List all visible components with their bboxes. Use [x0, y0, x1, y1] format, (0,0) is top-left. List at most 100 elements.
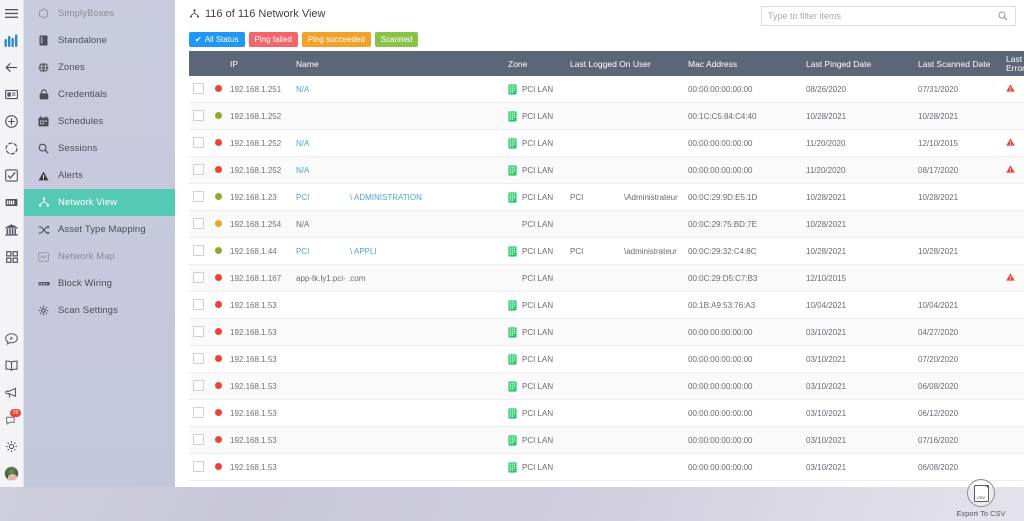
- sidebar-item-simplyboxes[interactable]: SimplyBoxes: [23, 0, 175, 27]
- filter-ping-succeeded[interactable]: Ping succeeded: [301, 32, 371, 47]
- col-mac-address[interactable]: Mac Address: [684, 51, 802, 76]
- row-checkbox[interactable]: [193, 109, 204, 121]
- cell-name[interactable]: PCI \ APPLI: [292, 237, 504, 265]
- cell-name[interactable]: N/A: [292, 129, 504, 157]
- cell-name[interactable]: PCI \ ADMINISTRATION: [292, 183, 504, 211]
- row-checkbox-cell[interactable]: [189, 345, 211, 373]
- notifications-icon[interactable]: 29: [0, 406, 23, 433]
- table-row[interactable]: 192.168.1.167 app-tk.ly1.pci- .com PCI LAN…: [189, 264, 1024, 292]
- table-row[interactable]: 192.168.1.251 N/A PCI LAN 00:00:00:00:00:00…: [189, 76, 1024, 103]
- table-row[interactable]: 192.168.1.53 PCI LAN 00:00:00:00:00:00 03/1…: [189, 318, 1024, 346]
- table-row[interactable]: 192.168.1.53 PCI LAN 00:00:00:00:00:00 03/1…: [189, 372, 1024, 400]
- col-select-all[interactable]: [189, 51, 211, 76]
- row-checkbox[interactable]: [193, 379, 204, 391]
- row-checkbox-cell[interactable]: [189, 399, 211, 427]
- cell-name[interactable]: [292, 372, 504, 400]
- row-checkbox-cell[interactable]: [189, 453, 211, 481]
- cell-name[interactable]: [292, 399, 504, 427]
- sidebar-item-credentials[interactable]: Credentials: [23, 81, 175, 108]
- row-checkbox-cell[interactable]: [189, 102, 211, 130]
- export-to-csv-button[interactable]: CSV Export To CSV: [950, 479, 1012, 518]
- cell-name[interactable]: N/A: [292, 76, 504, 103]
- row-checkbox-cell[interactable]: [189, 291, 211, 319]
- col-zone[interactable]: Zone: [504, 51, 566, 76]
- table-row[interactable]: 192.168.1.252 N/A PCI LAN 00:00:00:00:00:00…: [189, 129, 1024, 157]
- row-checkbox[interactable]: [193, 136, 204, 148]
- row-checkbox[interactable]: [193, 460, 204, 472]
- avatar[interactable]: [0, 460, 23, 487]
- filter-scanned[interactable]: Scanned: [374, 32, 419, 47]
- row-checkbox-cell[interactable]: [189, 183, 211, 211]
- table-row[interactable]: 192.168.1.254 N/A PCI LAN 00:0C:29:75:BD:7E…: [189, 210, 1024, 238]
- row-checkbox-cell[interactable]: [189, 210, 211, 238]
- table-row[interactable]: 192.168.1.53 PCI LAN 00:00:00:00:00:00 03/1…: [189, 345, 1024, 373]
- row-checkbox[interactable]: [193, 190, 204, 202]
- col-last-scanned-date[interactable]: Last Scanned Date: [914, 51, 1002, 76]
- search-icon[interactable]: [998, 11, 1015, 21]
- cell-name[interactable]: N/A: [292, 156, 504, 184]
- sidebar-item-network-map[interactable]: Network Map: [23, 243, 175, 270]
- table-row[interactable]: 192.168.1.252 N/A PCI LAN 00:00:00:00:00:00…: [189, 156, 1024, 184]
- cell-name[interactable]: [292, 318, 504, 346]
- table-row[interactable]: 192.168.1.53 PCI LAN 00:00:00:00:00:00 03/1…: [189, 399, 1024, 427]
- cell-name[interactable]: [292, 345, 504, 373]
- row-checkbox[interactable]: [193, 271, 204, 283]
- row-checkbox[interactable]: [193, 406, 204, 418]
- row-checkbox[interactable]: [193, 298, 204, 310]
- sidebar-item-zones[interactable]: Zones: [23, 54, 175, 81]
- cell-name[interactable]: [292, 426, 504, 454]
- col-last-logged-on-user[interactable]: Last Logged On User: [566, 51, 684, 76]
- row-checkbox[interactable]: [193, 163, 204, 175]
- checklist-icon[interactable]: [0, 162, 23, 189]
- back-arrow-icon[interactable]: [0, 54, 23, 81]
- filter-all-status[interactable]: ✔ All Status: [189, 32, 245, 47]
- table-row[interactable]: 192.168.1.53 PCI LAN 00:00:00:00:00:00 03/1…: [189, 453, 1024, 481]
- sidebar-item-asset-type-mapping[interactable]: Asset Type Mapping: [23, 216, 175, 243]
- search-input[interactable]: [762, 11, 998, 21]
- sidebar-item-alerts[interactable]: Alerts: [23, 162, 175, 189]
- row-checkbox[interactable]: [193, 433, 204, 445]
- add-circle-icon[interactable]: [0, 108, 23, 135]
- sidebar-item-scan-settings[interactable]: Scan Settings: [23, 297, 175, 324]
- hamburger-menu-icon[interactable]: [0, 0, 23, 27]
- search-box[interactable]: [761, 6, 1016, 26]
- table-row[interactable]: 192.168.1.23 PCI \ ADMINISTRATION PCI LAN PC…: [189, 183, 1024, 211]
- table-row[interactable]: 192.168.1.53 PCI LAN 00:1B:A9:53:76:A3 10/0…: [189, 291, 1024, 319]
- filter-ping-failed[interactable]: Ping failed: [248, 32, 298, 47]
- table-row[interactable]: 192.168.1.44 PCI \ APPLI PCI LAN PCI \adminis…: [189, 237, 1024, 265]
- col-name[interactable]: Name: [292, 51, 504, 76]
- row-checkbox-cell[interactable]: [189, 237, 211, 265]
- table-row[interactable]: 192.168.1.252 PCI LAN 00:1C:C5:84:C4:40 10/…: [189, 102, 1024, 130]
- cell-name[interactable]: app-tk.ly1.pci- .com: [292, 264, 504, 292]
- row-checkbox-cell[interactable]: [189, 129, 211, 157]
- cell-name[interactable]: [292, 453, 504, 481]
- row-checkbox-cell[interactable]: [189, 76, 211, 103]
- chat-icon[interactable]: [0, 325, 23, 352]
- sidebar-item-block-wiring[interactable]: Block Wiring: [23, 270, 175, 297]
- row-checkbox[interactable]: [193, 325, 204, 337]
- apps-grid-icon[interactable]: [0, 243, 23, 270]
- megaphone-icon[interactable]: [0, 379, 23, 406]
- refresh-icon[interactable]: [0, 135, 23, 162]
- brand-logo-icon[interactable]: [0, 27, 23, 54]
- row-checkbox-cell[interactable]: [189, 156, 211, 184]
- cell-name[interactable]: [292, 102, 504, 130]
- row-checkbox-cell[interactable]: [189, 264, 211, 292]
- sidebar-item-schedules[interactable]: Schedules: [23, 108, 175, 135]
- col-last-pinged-date[interactable]: Last Pinged Date: [802, 51, 914, 76]
- row-checkbox[interactable]: [193, 82, 204, 94]
- cell-name[interactable]: [292, 291, 504, 319]
- ticket-icon[interactable]: [0, 81, 23, 108]
- row-checkbox-cell[interactable]: [189, 372, 211, 400]
- col-last-error[interactable]: Last Error: [1002, 51, 1024, 76]
- sidebar-item-network-view[interactable]: Network View: [23, 189, 175, 216]
- table-row[interactable]: 192.168.1.53 PCI LAN 00:00:00:00:00:00 03/1…: [189, 426, 1024, 454]
- row-checkbox-cell[interactable]: [189, 318, 211, 346]
- cell-name[interactable]: N/A: [292, 210, 504, 238]
- book-icon[interactable]: [0, 352, 23, 379]
- rack-icon[interactable]: [0, 189, 23, 216]
- sidebar-item-sessions[interactable]: Sessions: [23, 135, 175, 162]
- row-checkbox[interactable]: [193, 244, 204, 256]
- row-checkbox[interactable]: [193, 352, 204, 364]
- row-checkbox-cell[interactable]: [189, 426, 211, 454]
